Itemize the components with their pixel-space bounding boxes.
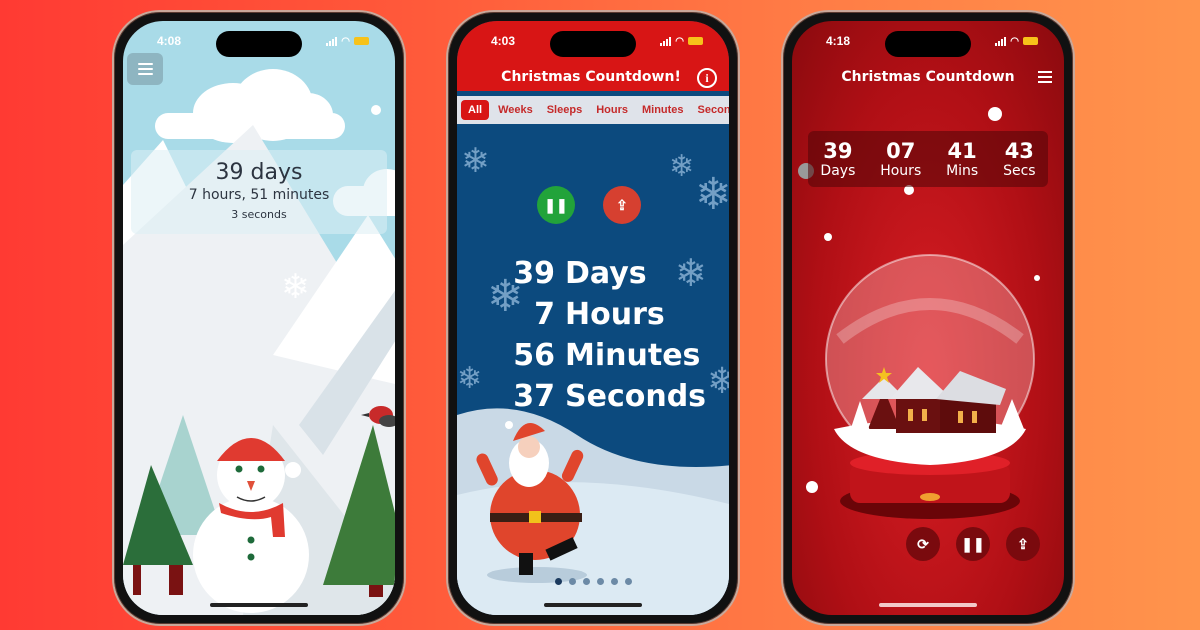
page-dot[interactable]	[624, 578, 632, 585]
tab-sleeps[interactable]: Sleeps	[540, 100, 589, 120]
timer-hours: 07 Hours	[880, 139, 922, 179]
seconds-text: 3 seconds	[231, 208, 287, 221]
app-title: Christmas Countdown	[841, 69, 1015, 85]
page-dot[interactable]	[554, 578, 562, 585]
tab-minutes[interactable]: Minutes	[635, 100, 691, 120]
snowflake-icon: ❄	[669, 149, 695, 184]
page-dot[interactable]	[596, 578, 604, 585]
share-button[interactable]: ⇪	[603, 186, 641, 224]
playback-controls: ⟳ ❚❚ ⇪	[906, 527, 1040, 561]
timer-secs: 43 Secs	[1003, 139, 1036, 179]
home-indicator[interactable]	[210, 603, 308, 607]
phone-snowglobe-app: 4:18 ◠ Christmas Countdown 39 Days 07 Ho…	[781, 10, 1075, 626]
tab-all[interactable]: All	[461, 100, 490, 120]
hours-minutes-text: 7 hours, 51 minutes	[188, 187, 330, 203]
hamburger-menu-icon[interactable]	[1038, 71, 1052, 83]
screen-santa: 4:03 ◠ Christmas Countdown! i All Weeks …	[457, 21, 729, 615]
battery-icon	[354, 37, 369, 45]
tab-seconds[interactable]: Seconds	[691, 100, 729, 120]
status-time: 4:03	[491, 34, 516, 48]
wifi-icon: ◠	[1010, 35, 1019, 47]
countdown-card: 39 days 7 hours, 51 minutes 3 seconds	[131, 150, 387, 234]
signal-icon	[995, 36, 1007, 46]
tab-weeks[interactable]: Weeks	[491, 100, 540, 120]
home-indicator[interactable]	[544, 603, 642, 607]
home-indicator[interactable]	[879, 603, 977, 607]
snowflake-icon: ❄	[461, 141, 490, 181]
phone-santa-app: 4:03 ◠ Christmas Countdown! i All Weeks …	[446, 10, 740, 626]
action-buttons: ❚❚ ⇪	[457, 186, 729, 224]
snowflake-icon: ❄	[281, 267, 310, 307]
page-dot[interactable]	[582, 578, 590, 585]
status-time: 4:08	[157, 34, 182, 48]
wifi-icon: ◠	[675, 35, 684, 47]
signal-icon	[660, 36, 672, 46]
timer-mins: 41 Mins	[946, 139, 979, 179]
snow-globe-illustration	[825, 254, 1035, 519]
dynamic-island	[885, 31, 971, 57]
page-indicator	[457, 578, 729, 585]
countdown-row-hours: 7 Hours	[534, 297, 665, 332]
wifi-icon: ◠	[341, 35, 350, 47]
tab-bar: All Weeks Sleeps Hours Minutes Seconds	[457, 96, 729, 124]
countdown-list: 39 Days 7 Hours 56 Minutes 37 Seconds	[457, 253, 729, 417]
countdown-row-minutes: 56 Minutes	[513, 338, 701, 373]
share-button[interactable]: ⇪	[1006, 527, 1040, 561]
page-dot[interactable]	[568, 578, 576, 585]
days-text: 39 days	[215, 160, 303, 185]
switch-camera-button[interactable]: ⟳	[906, 527, 940, 561]
page-dot[interactable]	[610, 578, 618, 585]
timer-days: 39 Days	[820, 139, 856, 179]
app-title: Christmas Countdown!	[501, 69, 681, 85]
status-time: 4:18	[826, 34, 851, 48]
countdown-row-days: 39 Days	[513, 256, 647, 291]
battery-icon	[688, 37, 703, 45]
pause-button[interactable]: ❚❚	[956, 527, 990, 561]
screen-snowglobe: 4:18 ◠ Christmas Countdown 39 Days 07 Ho…	[792, 21, 1064, 615]
countdown-timer: 39 Days 07 Hours 41 Mins 43 Secs	[808, 131, 1048, 187]
info-icon[interactable]: i	[697, 68, 717, 88]
pause-button[interactable]: ❚❚	[537, 186, 575, 224]
dynamic-island	[216, 31, 302, 57]
tab-hours[interactable]: Hours	[589, 100, 635, 120]
phone-snowman-app: 4:08 ◠ ❄ 39 days 7 hours, 51 minutes 3 s…	[112, 10, 406, 626]
countdown-row-seconds: 37 Seconds	[513, 379, 707, 414]
signal-icon	[326, 36, 338, 46]
dynamic-island	[550, 31, 636, 57]
battery-icon	[1023, 37, 1038, 45]
screen-snowman: 4:08 ◠ ❄ 39 days 7 hours, 51 minutes 3 s…	[123, 21, 395, 615]
